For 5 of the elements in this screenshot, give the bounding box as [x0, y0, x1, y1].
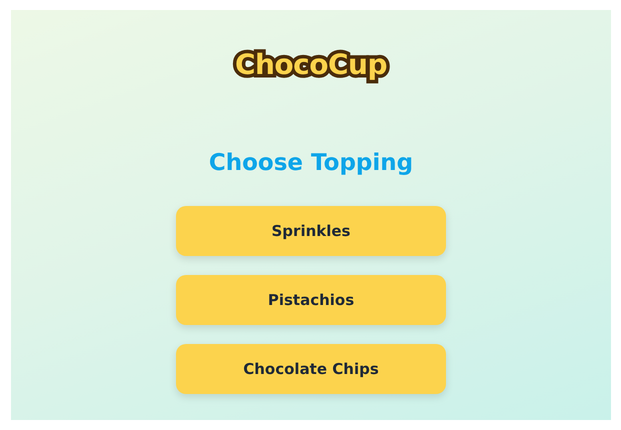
topping-button[interactable]: Pistachios [176, 275, 446, 325]
heading: Choose Topping [208, 149, 414, 178]
logo: ChocoCup [234, 48, 388, 82]
topping-button[interactable]: Sprinkles [176, 206, 446, 256]
topping-button[interactable]: Chocolate Chips [176, 344, 446, 394]
